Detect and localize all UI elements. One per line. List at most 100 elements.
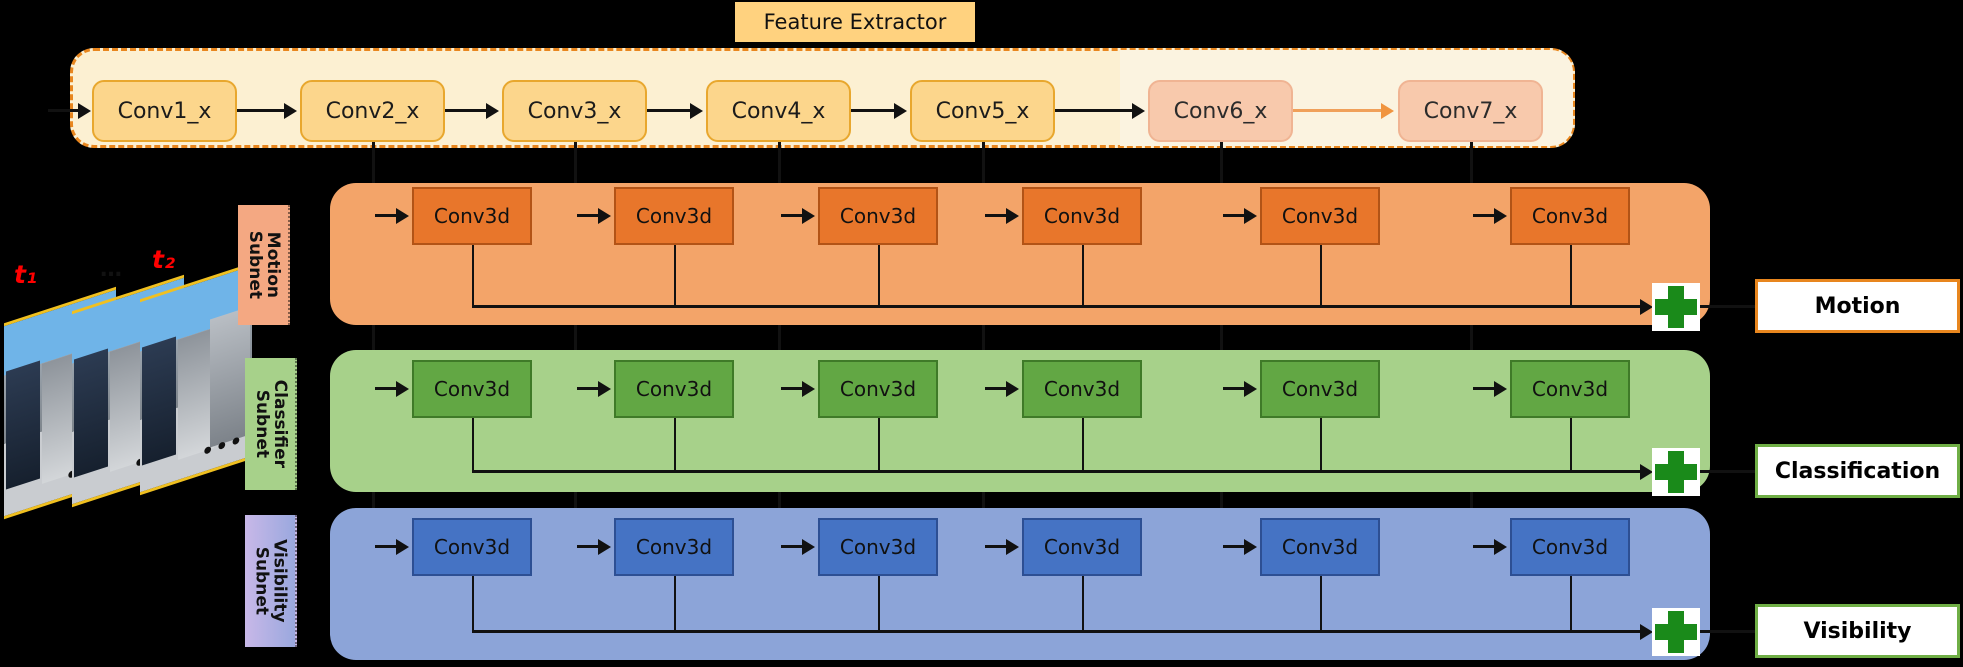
classifier-sum-node bbox=[1652, 448, 1700, 496]
fe-block-conv5[interactable]: Conv5_x bbox=[910, 80, 1055, 142]
classifier-subnet-tag-line1: Classifier bbox=[269, 379, 290, 469]
plus-icon bbox=[1655, 286, 1697, 328]
classifier-merge-drop bbox=[878, 418, 880, 472]
arrowhead bbox=[1494, 381, 1507, 397]
output-motion: Motion bbox=[1755, 279, 1960, 333]
motion-subnet-tag-line1: Motion bbox=[262, 231, 283, 299]
motion-sum-node bbox=[1652, 283, 1700, 331]
classifier-merge-drop bbox=[1082, 418, 1084, 472]
motion-merge-drop bbox=[674, 245, 676, 306]
classifier-merge-drop bbox=[1320, 418, 1322, 472]
classifier-sum-to-output bbox=[1700, 470, 1758, 473]
motion-merge-drop bbox=[1320, 245, 1322, 306]
connector-conv1-conv2 bbox=[237, 109, 285, 112]
input-frame-stack: ••• ••• ••• t₁ … t₂ bbox=[0, 245, 252, 520]
arrowhead bbox=[1244, 381, 1257, 397]
connector-conv5-conv6 bbox=[1055, 109, 1133, 112]
motion-conv3d-block[interactable]: Conv3d bbox=[614, 187, 734, 245]
classifier-conv3d-block[interactable]: Conv3d bbox=[1510, 360, 1630, 418]
connector-conv4-conv5 bbox=[851, 109, 895, 112]
classifier-subnet-tag: Classifier Subnet bbox=[245, 358, 297, 490]
arrowhead bbox=[1381, 103, 1394, 119]
fe-block-conv3[interactable]: Conv3_x bbox=[502, 80, 647, 142]
connector-conv6-conv7 bbox=[1293, 109, 1383, 112]
arrowhead bbox=[802, 208, 815, 224]
visibility-merge-bus bbox=[472, 630, 1647, 633]
plus-icon bbox=[1655, 451, 1697, 493]
arrowhead bbox=[1244, 208, 1257, 224]
visibility-merge-drop bbox=[878, 576, 880, 632]
fe-block-conv4[interactable]: Conv4_x bbox=[706, 80, 851, 142]
arrowhead bbox=[1132, 103, 1145, 119]
output-visibility: Visibility bbox=[1755, 604, 1960, 658]
classifier-conv3d-block[interactable]: Conv3d bbox=[1022, 360, 1142, 418]
motion-merge-bus bbox=[472, 305, 1647, 308]
visibility-conv3d-block[interactable]: Conv3d bbox=[614, 518, 734, 576]
motion-merge-drop bbox=[1082, 245, 1084, 306]
visibility-subnet-tag-line1: Visibility bbox=[269, 539, 290, 623]
classifier-conv3d-block[interactable]: Conv3d bbox=[1260, 360, 1380, 418]
timestamp-label-t1: t₁ bbox=[14, 260, 37, 289]
visibility-conv3d-block[interactable]: Conv3d bbox=[1260, 518, 1380, 576]
visibility-subnet-container bbox=[330, 508, 1710, 660]
motion-merge-drop bbox=[878, 245, 880, 306]
visibility-merge-drop bbox=[1082, 576, 1084, 632]
arrowhead bbox=[598, 208, 611, 224]
motion-subnet-tag-line2: Subnet bbox=[245, 230, 265, 300]
arrowhead bbox=[1494, 539, 1507, 555]
arrowhead bbox=[486, 103, 499, 119]
arrowhead bbox=[396, 208, 409, 224]
motion-merge-drop bbox=[1570, 245, 1572, 306]
classifier-subnet-tag-line2: Subnet bbox=[252, 389, 273, 459]
visibility-sum-to-output bbox=[1700, 630, 1758, 633]
frame-ellipsis: … bbox=[100, 257, 124, 282]
motion-conv3d-block[interactable]: Conv3d bbox=[818, 187, 938, 245]
arrowhead bbox=[802, 539, 815, 555]
fe-block-conv2[interactable]: Conv2_x bbox=[300, 80, 445, 142]
output-classification: Classification bbox=[1755, 444, 1960, 498]
fe-block-conv1[interactable]: Conv1_x bbox=[92, 80, 237, 142]
arrowhead bbox=[1494, 208, 1507, 224]
visibility-subnet-tag: Visibility Subnet bbox=[245, 515, 297, 647]
classifier-merge-bus bbox=[472, 470, 1647, 473]
arrowhead bbox=[598, 539, 611, 555]
connector-conv2-conv3 bbox=[445, 109, 487, 112]
connector-input-to-conv1 bbox=[48, 109, 80, 112]
fe-block-conv7[interactable]: Conv7_x bbox=[1398, 80, 1543, 142]
arrowhead bbox=[1006, 208, 1019, 224]
arrowhead bbox=[894, 103, 907, 119]
arrowhead bbox=[598, 381, 611, 397]
visibility-sum-node bbox=[1652, 608, 1700, 656]
visibility-conv3d-block[interactable]: Conv3d bbox=[1510, 518, 1630, 576]
visibility-merge-drop bbox=[1570, 576, 1572, 632]
arrowhead bbox=[1006, 381, 1019, 397]
classifier-merge-drop bbox=[1570, 418, 1572, 472]
arrowhead bbox=[284, 103, 297, 119]
motion-conv3d-block[interactable]: Conv3d bbox=[1510, 187, 1630, 245]
visibility-conv3d-block[interactable]: Conv3d bbox=[1022, 518, 1142, 576]
classifier-conv3d-block[interactable]: Conv3d bbox=[614, 360, 734, 418]
motion-subnet-tag: Motion Subnet bbox=[238, 205, 290, 325]
arrowhead bbox=[396, 381, 409, 397]
fe-block-conv6[interactable]: Conv6_x bbox=[1148, 80, 1293, 142]
connector-conv3-conv4 bbox=[647, 109, 691, 112]
motion-sum-to-output bbox=[1700, 305, 1758, 308]
arrowhead bbox=[1006, 539, 1019, 555]
plus-icon bbox=[1655, 611, 1697, 653]
motion-conv3d-block[interactable]: Conv3d bbox=[412, 187, 532, 245]
motion-conv3d-block[interactable]: Conv3d bbox=[1022, 187, 1142, 245]
classifier-merge-drop bbox=[472, 418, 474, 472]
classifier-conv3d-block[interactable]: Conv3d bbox=[412, 360, 532, 418]
arrowhead bbox=[78, 103, 91, 119]
visibility-subnet-tag-line2: Subnet bbox=[252, 546, 272, 616]
visibility-merge-drop bbox=[472, 576, 474, 632]
visibility-conv3d-block[interactable]: Conv3d bbox=[818, 518, 938, 576]
video-frame: ••• bbox=[140, 262, 252, 496]
arrowhead bbox=[1244, 539, 1257, 555]
classifier-conv3d-block[interactable]: Conv3d bbox=[818, 360, 938, 418]
visibility-conv3d-block[interactable]: Conv3d bbox=[412, 518, 532, 576]
arrowhead bbox=[690, 103, 703, 119]
classifier-merge-drop bbox=[674, 418, 676, 472]
arrowhead bbox=[802, 381, 815, 397]
motion-conv3d-block[interactable]: Conv3d bbox=[1260, 187, 1380, 245]
